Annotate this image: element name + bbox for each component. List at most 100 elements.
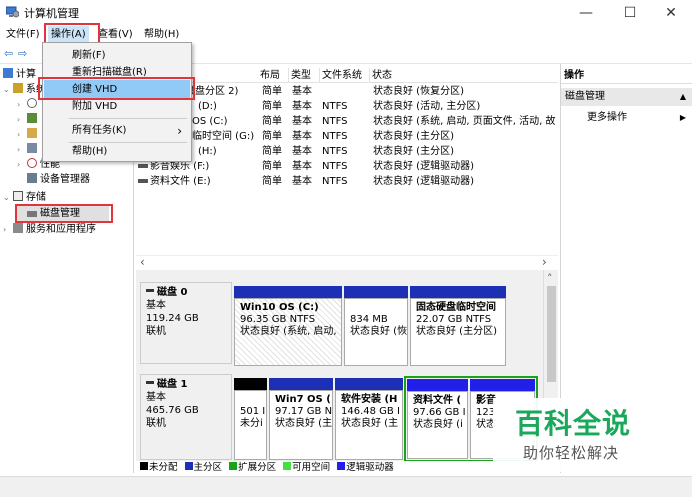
chevron-down-icon: ⌄	[3, 193, 10, 202]
scroll-up-icon[interactable]: ˄	[547, 272, 553, 285]
partition-status: 状态良好 (系统, 启动,	[240, 326, 337, 337]
partition-status: 状态良好 (主	[275, 418, 333, 429]
volume-layout: 简单	[262, 86, 282, 97]
horizontal-scrollbar[interactable]: ‹ ›	[136, 255, 558, 269]
tree-item-hidden-1[interactable]: ›	[17, 97, 40, 112]
disk-size: 465.76 GB	[146, 405, 199, 416]
tree-item-hidden-2[interactable]: ›	[17, 112, 40, 127]
tree-item-root[interactable]: 计算	[3, 67, 36, 82]
partition-win7[interactable]: Win7 OS ( 97.17 GB N 状态良好 (主	[269, 390, 333, 460]
clock-icon	[27, 98, 37, 108]
volume-list: 磁盘分区 2) 简单 基本 状态良好 (恢复分区) (D:) 简单 基本 NTFS 状态良好 …	[136, 84, 558, 194]
watermark-title: 百科全说	[515, 407, 632, 440]
volume-status: 状态良好 (逻辑驱动器)	[373, 161, 474, 172]
partition-size: 146.48 GB I	[341, 406, 400, 417]
disk-1-label[interactable]: 磁盘 1 基本 465.76 GB 联机	[140, 374, 232, 460]
tree-item-storage-label: 存储	[26, 192, 46, 203]
actions-section-disk-management[interactable]: 磁盘管理 ▲	[561, 88, 692, 106]
scroll-right-icon[interactable]: ›	[542, 255, 547, 269]
partition-c[interactable]: Win10 OS (C:) 96.35 GB NTFS 状态良好 (系统, 启动…	[234, 298, 342, 366]
partition-h[interactable]: 软件安装 (H 146.48 GB I 状态良好 (主	[335, 390, 403, 460]
legend-swatch-logical	[337, 462, 346, 470]
storage-icon	[13, 191, 23, 201]
volume-status: 状态良好 (主分区)	[373, 146, 454, 157]
volume-layout: 简单	[262, 101, 282, 112]
menu-item-all-tasks[interactable]: 所有任务(K) ›	[44, 121, 190, 141]
column-filesystem[interactable]: 文件系统	[320, 68, 370, 83]
legend-label: 未分配	[149, 462, 178, 473]
column-status[interactable]: 状态	[370, 68, 558, 83]
table-row[interactable]: 临时空间 (G:) 简单 基本 NTFS 状态良好 (主分区)	[136, 129, 558, 144]
users-icon	[27, 143, 37, 153]
partition-status: 状态良好 (主分区)	[416, 326, 497, 337]
partition-status: 状态良好 (恢	[350, 326, 408, 337]
volume-type: 基本	[292, 176, 312, 187]
logical-drive-bar	[407, 379, 468, 391]
forward-arrow-icon[interactable]: ⇨	[18, 47, 27, 60]
partition-unallocated[interactable]: 501 I 未分i	[234, 390, 267, 460]
maximize-button[interactable]: ☐	[610, 0, 650, 26]
volume-name: (D:)	[198, 101, 217, 112]
table-row[interactable]: (D:) 简单 基本 NTFS 状态良好 (活动, 主分区)	[136, 99, 558, 114]
minimize-button[interactable]: —	[566, 0, 606, 26]
tree-item-hidden-4[interactable]: ›	[17, 142, 40, 157]
tree-item-services[interactable]: › 服务和应用程序	[3, 222, 96, 237]
back-arrow-icon[interactable]: ⇦	[4, 47, 13, 60]
legend-swatch-primary	[184, 462, 193, 470]
tree-item-hidden-3[interactable]: ›	[17, 127, 40, 142]
event-viewer-icon	[27, 113, 37, 123]
legend-swatch-free	[283, 462, 292, 470]
primary-partition-bar	[410, 286, 506, 298]
volume-type: 基本	[292, 86, 312, 97]
shared-folders-icon	[27, 128, 37, 138]
volume-fs: NTFS	[322, 161, 348, 172]
legend-label: 逻辑驱动器	[346, 462, 394, 473]
table-row[interactable]: 影音娱乐 (F:) 简单 基本 NTFS 状态良好 (逻辑驱动器)	[136, 159, 558, 174]
partition-e[interactable]: 资料文件 ( 97.66 GB I 状态良好 (i	[407, 391, 468, 459]
volume-type: 基本	[292, 161, 312, 172]
scroll-left-icon[interactable]: ‹	[140, 255, 145, 269]
volume-name: 资料文件 (E:)	[150, 176, 211, 187]
more-actions-label: 更多操作	[587, 112, 627, 123]
volume-icon	[138, 164, 148, 168]
column-layout[interactable]: 布局	[258, 68, 289, 83]
column-type[interactable]: 类型	[289, 68, 320, 83]
menu-item-help[interactable]: 帮助(H)	[44, 142, 190, 162]
primary-partition-bar	[269, 378, 333, 390]
table-row[interactable]: 资料文件 (E:) 简单 基本 NTFS 状态良好 (逻辑驱动器)	[136, 174, 558, 189]
partition-g[interactable]: 固态硬盘临时空间 22.07 GB NTFS 状态良好 (主分区)	[410, 298, 506, 366]
menu-item-attach-vhd[interactable]: 附加 VHD	[44, 97, 190, 117]
window-title: 计算机管理	[24, 7, 79, 20]
tree-item-device-manager[interactable]: 设备管理器	[27, 172, 90, 187]
volume-status: 状态良好 (活动, 主分区)	[373, 101, 481, 112]
disk-kind: 基本	[146, 300, 166, 311]
chevron-right-icon: ›	[17, 100, 21, 109]
partition-recovery[interactable]: 834 MB 状态良好 (恢	[344, 298, 408, 366]
unallocated-bar	[234, 378, 267, 390]
table-row[interactable]: (H:) 简单 基本 NTFS 状态良好 (主分区)	[136, 144, 558, 159]
table-row[interactable]: OS (C:) 简单 基本 NTFS 状态良好 (系统, 启动, 页面文件, 活动, 故	[136, 114, 558, 129]
watermark: 百科全说 助你轻松解决	[493, 398, 663, 472]
more-actions-item[interactable]: 更多操作 ▶	[561, 110, 692, 126]
tools-icon	[13, 83, 23, 93]
device-manager-icon	[27, 173, 37, 183]
computer-management-icon	[5, 6, 20, 18]
highlight-box-disk-management	[15, 204, 113, 223]
menu-file[interactable]: 文件(F)	[3, 26, 43, 44]
tree-item-storage[interactable]: ⌄ 存储	[3, 190, 46, 205]
volume-name: (H:)	[198, 146, 217, 157]
volume-icon	[138, 179, 148, 183]
logical-drive-bar	[470, 379, 535, 391]
volume-name: 临时空间 (G:)	[192, 131, 255, 142]
partition-size: 834 MB	[350, 314, 388, 325]
chevron-right-icon: ›	[17, 115, 21, 124]
scrollbar-thumb[interactable]	[547, 286, 556, 382]
close-button[interactable]: ✕	[651, 0, 691, 26]
volume-status: 状态良好 (逻辑驱动器)	[373, 176, 474, 187]
table-row[interactable]: 磁盘分区 2) 简单 基本 状态良好 (恢复分区)	[136, 84, 558, 99]
disk-size: 119.24 GB	[146, 313, 199, 324]
disk-0-label[interactable]: 磁盘 0 基本 119.24 GB 联机	[140, 282, 232, 364]
menu-separator	[69, 118, 187, 119]
legend-label: 主分区	[193, 462, 223, 473]
menu-item-all-tasks-label: 所有任务(K)	[72, 125, 127, 136]
